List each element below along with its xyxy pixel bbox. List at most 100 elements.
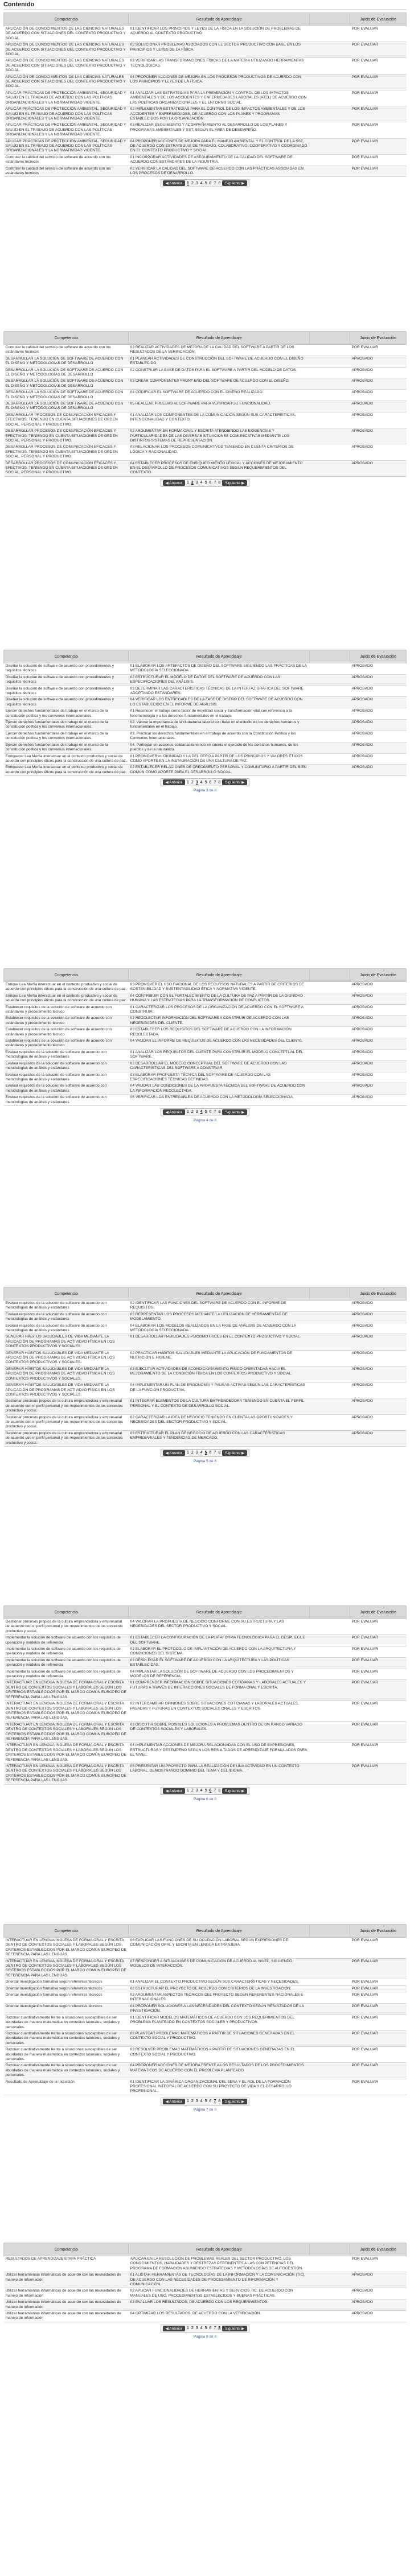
page-link-1[interactable]: 1	[186, 181, 190, 185]
page-link-5[interactable]: 5	[204, 781, 208, 785]
page-link-4[interactable]: 4	[200, 481, 203, 485]
page-link-5[interactable]: 5	[204, 2099, 208, 2103]
page-link-8[interactable]: 8	[218, 1451, 221, 1455]
page-link-2[interactable]: 2	[191, 1451, 194, 1455]
page-link-5[interactable]: 5	[204, 1451, 208, 1455]
cell-juicio: APROBADO	[350, 356, 407, 368]
page-link-4[interactable]: 4	[200, 1789, 203, 1793]
page-link-5[interactable]: 5	[204, 1110, 208, 1114]
page-link-6[interactable]: 6	[209, 1789, 212, 1793]
cell-competencia: Gestionar procesos propios de la cultura…	[3, 1619, 129, 1636]
prev-button[interactable]: ◀ Anterior	[162, 180, 186, 187]
cell-juicio: POR EVALUAR	[350, 1669, 407, 1681]
page-link-3[interactable]: 3	[195, 481, 199, 485]
page-link-5[interactable]: 5	[204, 1789, 208, 1793]
next-button[interactable]: Siguiente ▶	[222, 1787, 248, 1794]
page-link-5[interactable]: 5	[204, 2326, 208, 2330]
cell-blank	[309, 1430, 350, 1447]
prev-button[interactable]: ◀ Anterior	[162, 1109, 186, 1115]
page-link-6[interactable]: 6	[209, 1451, 212, 1455]
next-button[interactable]: Siguiente ▶	[222, 1109, 248, 1115]
prev-button[interactable]: ◀ Anterior	[162, 2325, 186, 2331]
page-link-3[interactable]: 3	[195, 1789, 199, 1793]
cell-juicio: POR EVALUAR	[350, 106, 407, 123]
page-link-8[interactable]: 8	[218, 2099, 221, 2103]
page-link-8[interactable]: 8	[218, 181, 221, 185]
page-link-4[interactable]: 4	[200, 2326, 203, 2330]
page-link-8[interactable]: 8	[218, 481, 221, 485]
cell-blank	[309, 1700, 350, 1722]
page-link-1[interactable]: 1	[186, 2326, 190, 2330]
prev-button[interactable]: ◀ Anterior	[162, 779, 186, 786]
page-link-8[interactable]: 8	[218, 2326, 221, 2330]
page-link-1[interactable]: 1	[186, 1110, 190, 1114]
cell-resultado: 02 CONSTRUIR LA BASE DE DATOS PARA EL SO…	[128, 367, 310, 379]
page-link-3[interactable]: 3	[195, 1451, 199, 1455]
cell-competencia: Evaluar requisitos de la solución de sof…	[3, 1311, 129, 1323]
next-button[interactable]: Siguiente ▶	[222, 2098, 248, 2104]
page-link-7[interactable]: 7	[213, 781, 216, 785]
cell-competencia: Utilizar herramientas informáticas de ac…	[3, 2272, 129, 2289]
page-link-7[interactable]: 7	[213, 1789, 216, 1793]
next-button[interactable]: Siguiente ▶	[222, 480, 248, 486]
page-link-6[interactable]: 6	[209, 481, 212, 485]
page-link-4[interactable]: 4	[200, 2099, 203, 2103]
page-link-4[interactable]: 4	[200, 1451, 203, 1455]
page-link-6[interactable]: 6	[209, 2099, 212, 2103]
page-link-3[interactable]: 3	[195, 181, 199, 185]
cell-juicio: POR EVALUAR	[350, 26, 407, 43]
page-link-3[interactable]: 3	[195, 2099, 199, 2103]
page-link-1[interactable]: 1	[186, 1451, 190, 1455]
page-link-2[interactable]: 2	[191, 181, 194, 185]
page-link-7[interactable]: 7	[213, 2099, 216, 2103]
page-link-4[interactable]: 4	[200, 181, 203, 185]
page-link-6[interactable]: 6	[209, 2326, 212, 2330]
page-link-3[interactable]: 3	[195, 781, 199, 785]
page-link-6[interactable]: 6	[209, 781, 212, 785]
prev-button[interactable]: ◀ Anterior	[162, 1787, 186, 1794]
page-link-2[interactable]: 2	[191, 781, 194, 785]
next-button[interactable]: Siguiente ▶	[222, 1450, 248, 1456]
page-link-8[interactable]: 8	[218, 1110, 221, 1114]
page-link-3[interactable]: 3	[195, 1110, 199, 1114]
page-link-4[interactable]: 4	[200, 781, 203, 785]
page-link-2[interactable]: 2	[191, 2099, 194, 2103]
next-button[interactable]: Siguiente ▶	[222, 180, 248, 187]
next-button[interactable]: Siguiente ▶	[222, 2325, 248, 2331]
cell-competencia: INTERACTUAR EN LENGUA INGLESA DE FORMA O…	[3, 1700, 129, 1722]
page-link-7[interactable]: 7	[213, 481, 216, 485]
prev-button[interactable]: ◀ Anterior	[162, 1450, 186, 1456]
page-link-7[interactable]: 7	[213, 1451, 216, 1455]
page-link-5[interactable]: 5	[204, 481, 208, 485]
page-link-1[interactable]: 1	[186, 481, 190, 485]
page-link-7[interactable]: 7	[213, 2326, 216, 2330]
page-link-4[interactable]: 4	[200, 1110, 203, 1114]
page-link-5[interactable]: 5	[204, 181, 208, 185]
page-link-2[interactable]: 2	[191, 481, 194, 485]
prev-button[interactable]: ◀ Anterior	[162, 2098, 186, 2104]
page-link-6[interactable]: 6	[209, 181, 212, 185]
cell-competencia: Implementar la solución de software de a…	[3, 1634, 129, 1647]
header-juicio: Juicio de Evaluación	[350, 968, 407, 982]
page-link-1[interactable]: 1	[186, 781, 190, 785]
header-competencia: Competencia	[3, 2243, 129, 2256]
cell-blank	[309, 1958, 350, 1980]
page-link-7[interactable]: 7	[213, 1110, 216, 1114]
cell-competencia: DESARROLLAR LA SOLUCIÓN DE SOFTWARE DE A…	[3, 389, 129, 402]
cell-resultado: 06 EXPLICAR LAS FUNCIONES DE SU OCUPACIÓ…	[128, 1937, 310, 1959]
page-link-6[interactable]: 6	[209, 1110, 212, 1114]
prev-button[interactable]: ◀ Anterior	[162, 480, 186, 486]
cell-competencia: DESARROLLAR LA SOLUCIÓN DE SOFTWARE DE A…	[3, 401, 129, 412]
page-link-1[interactable]: 1	[186, 1789, 190, 1793]
page-link-2[interactable]: 2	[191, 1110, 194, 1114]
page-link-8[interactable]: 8	[218, 1789, 221, 1793]
page-link-3[interactable]: 3	[195, 2326, 199, 2330]
cell-competencia: Evaluar requisitos de la solución de sof…	[3, 1323, 129, 1335]
next-button[interactable]: Siguiente ▶	[222, 779, 248, 786]
cell-blank	[309, 730, 350, 742]
page-link-1[interactable]: 1	[186, 2099, 190, 2103]
page-link-7[interactable]: 7	[213, 181, 216, 185]
page-link-8[interactable]: 8	[218, 781, 221, 785]
page-link-2[interactable]: 2	[191, 1789, 194, 1793]
page-link-2[interactable]: 2	[191, 2326, 194, 2330]
